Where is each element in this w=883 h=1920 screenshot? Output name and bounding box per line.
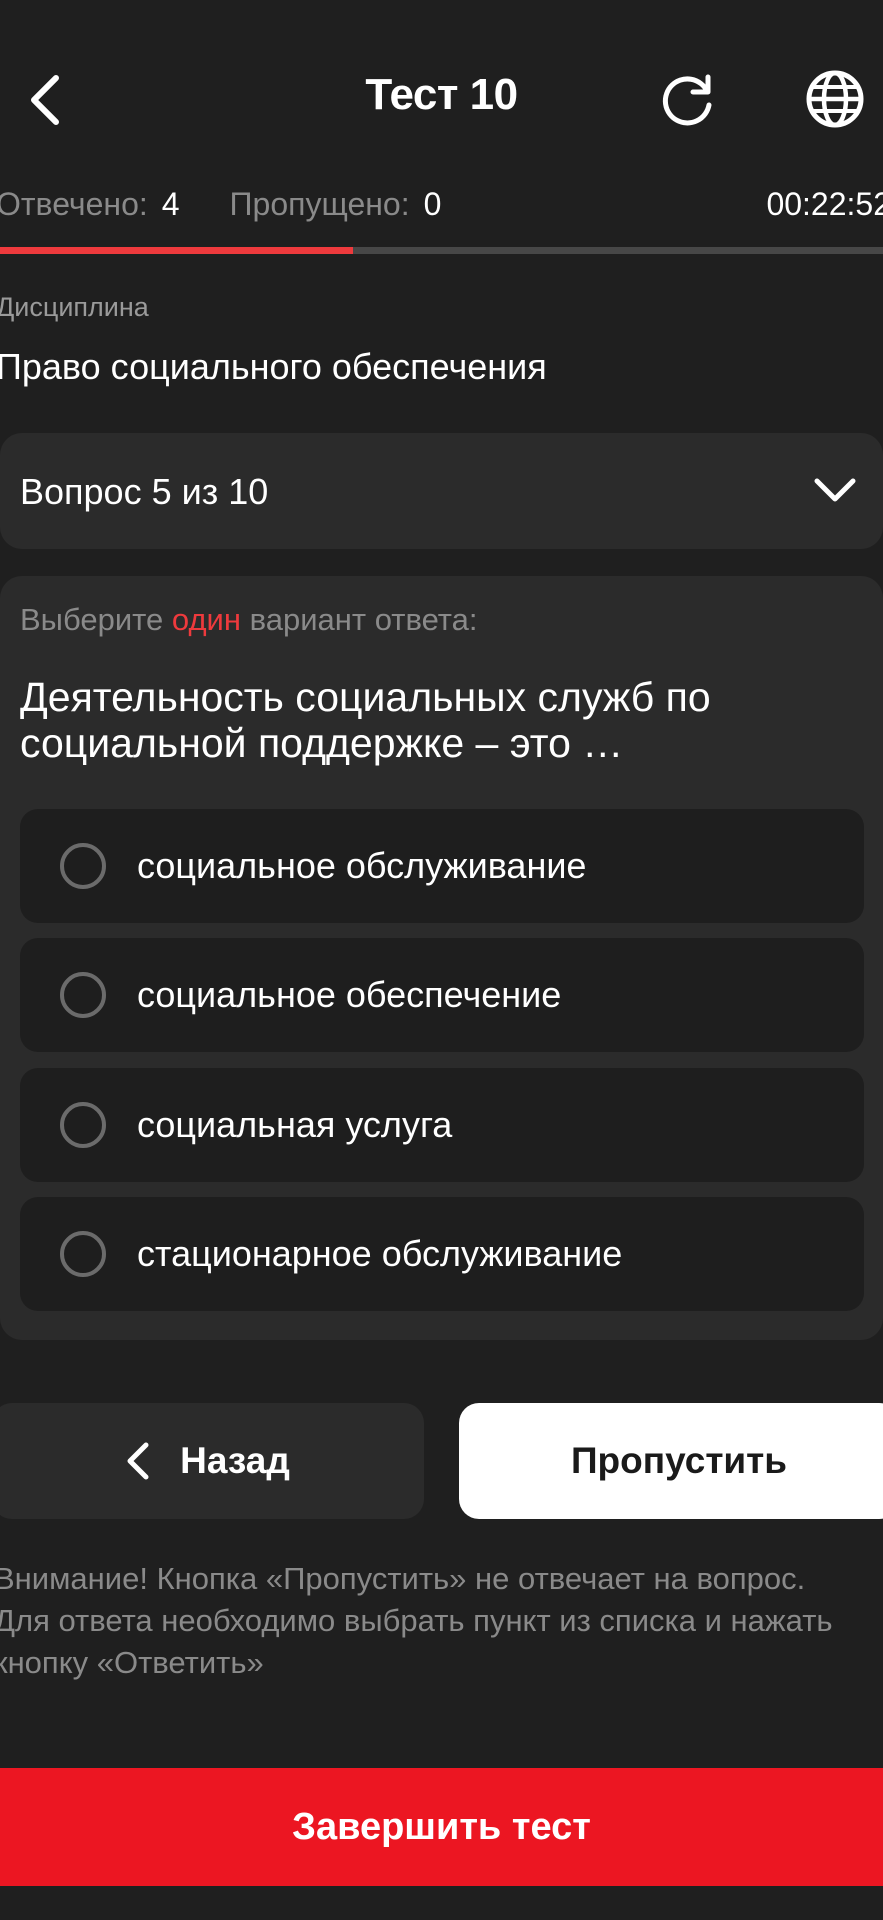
answer-option[interactable]: социальное обслуживание <box>20 809 864 923</box>
answer-option[interactable]: стационарное обслуживание <box>20 1197 864 1311</box>
answer-stats: Отвечено: 4 Пропущено: 0 <box>0 186 441 223</box>
finish-test-button[interactable]: Завершить тест <box>0 1768 883 1886</box>
radio-button[interactable] <box>60 972 106 1018</box>
question-selector[interactable]: Вопрос 5 из 10 <box>0 433 883 549</box>
instruction-text: Выберите <box>20 602 164 637</box>
skipped-count: 0 <box>423 186 442 222</box>
skipped-label: Пропущено: <box>229 186 410 222</box>
radio-button[interactable] <box>60 1102 106 1148</box>
progress-bar <box>0 247 883 254</box>
instruction-accent: один <box>171 602 241 637</box>
answered-label: Отвечено: <box>0 186 148 222</box>
radio-button[interactable] <box>60 1231 106 1277</box>
skip-button[interactable]: Пропустить <box>459 1403 883 1519</box>
option-label: стационарное обслуживание <box>137 1233 623 1274</box>
finish-test-label: Завершить тест <box>292 1805 591 1848</box>
question-number: Вопрос 5 из 10 <box>20 471 269 512</box>
instruction-text-end: вариант ответа: <box>249 602 478 637</box>
header: Тест 10 Отвечено: 4 Пропущено: 0 00:22:52 <box>0 0 883 222</box>
answer-option[interactable]: социальное обеспечение <box>20 938 864 1052</box>
answer-option[interactable]: социальная услуга <box>20 1068 864 1182</box>
question-text: Деятельность социальных служб по социаль… <box>20 674 711 766</box>
discipline-name: Право социального обеспечения <box>0 346 547 387</box>
test-screen: Тест 10 Отвечено: 4 Пропущено: 0 00:22:52 Д… <box>0 0 883 1920</box>
globe-icon[interactable] <box>800 64 870 134</box>
skip-button-label: Пропустить <box>570 1440 788 1481</box>
answer-instruction: Выберите один вариант ответа: <box>20 602 478 638</box>
radio-button[interactable] <box>60 843 106 889</box>
skip-warning: Внимание! Кнопка «Пропустить» не отвечае… <box>0 1561 833 1680</box>
page-title: Тест 10 <box>365 70 518 119</box>
option-label: социальная услуга <box>137 1104 453 1145</box>
option-label: социальное обслуживание <box>137 845 587 886</box>
timer: 00:22:52 <box>766 186 883 222</box>
answered-count: 4 <box>161 186 180 222</box>
progress-bar-fill <box>0 247 354 254</box>
discipline-label: Дисциплина <box>0 292 149 322</box>
back-button-label: Назад <box>180 1440 290 1481</box>
back-button[interactable]: Назад <box>0 1403 424 1519</box>
option-label: социальное обеспечение <box>137 974 562 1015</box>
refresh-icon[interactable] <box>654 64 724 134</box>
chevron-left-icon <box>127 1442 149 1480</box>
chevron-down-icon <box>814 478 856 502</box>
